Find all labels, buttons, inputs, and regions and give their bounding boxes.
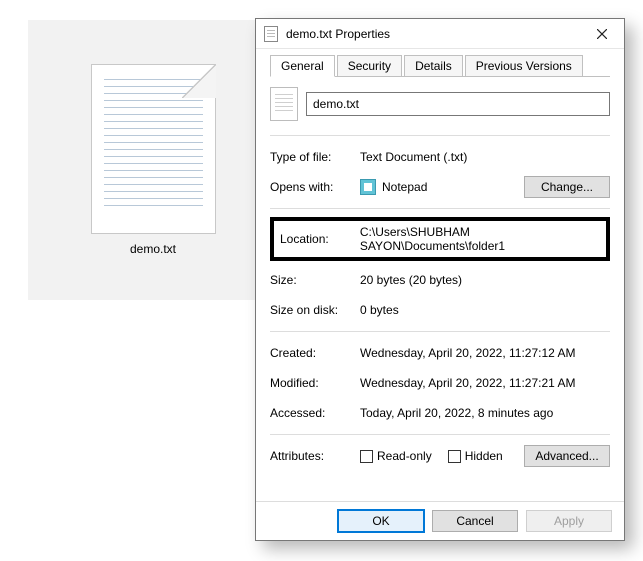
value-modified: Wednesday, April 20, 2022, 11:27:21 AM xyxy=(360,376,610,390)
cancel-button[interactable]: Cancel xyxy=(432,510,518,532)
checkbox-hidden-label: Hidden xyxy=(465,449,503,463)
tab-strip: General Security Details Previous Versio… xyxy=(270,55,610,77)
checkbox-box-icon xyxy=(360,450,373,463)
properties-dialog: demo.txt Properties General Security Det… xyxy=(255,18,625,541)
checkbox-box-icon xyxy=(448,450,461,463)
location-highlight-box: Location: C:\Users\SHUBHAM SAYON\Documen… xyxy=(270,217,610,261)
label-opens-with: Opens with: xyxy=(270,180,360,194)
file-type-icon xyxy=(270,87,298,121)
value-opens-with: Notepad xyxy=(382,180,427,194)
tab-previous-versions[interactable]: Previous Versions xyxy=(465,55,583,76)
label-type-of-file: Type of file: xyxy=(270,150,360,164)
label-location: Location: xyxy=(280,232,360,246)
desktop-area: demo.txt xyxy=(28,20,278,300)
checkbox-readonly-label: Read-only xyxy=(377,449,432,463)
dialog-button-bar: OK Cancel Apply xyxy=(256,501,624,540)
label-attributes: Attributes: xyxy=(270,449,360,463)
value-created: Wednesday, April 20, 2022, 11:27:12 AM xyxy=(360,346,610,360)
filename-input[interactable] xyxy=(306,92,610,116)
separator xyxy=(270,331,610,332)
value-size-on-disk: 0 bytes xyxy=(360,303,610,317)
tab-details[interactable]: Details xyxy=(404,55,463,76)
apply-button[interactable]: Apply xyxy=(526,510,612,532)
titlebar[interactable]: demo.txt Properties xyxy=(256,19,624,49)
tab-security[interactable]: Security xyxy=(337,55,402,76)
ok-button[interactable]: OK xyxy=(338,510,424,532)
close-icon xyxy=(597,29,607,39)
checkbox-readonly[interactable]: Read-only xyxy=(360,449,432,463)
label-created: Created: xyxy=(270,346,360,360)
value-type-of-file: Text Document (.txt) xyxy=(360,150,610,164)
label-size: Size: xyxy=(270,273,360,287)
titlebar-file-icon xyxy=(264,26,278,42)
file-thumbnail[interactable] xyxy=(91,64,216,234)
checkbox-hidden[interactable]: Hidden xyxy=(448,449,503,463)
label-modified: Modified: xyxy=(270,376,360,390)
advanced-button[interactable]: Advanced... xyxy=(524,445,610,467)
window-title: demo.txt Properties xyxy=(286,27,580,41)
page-fold-icon xyxy=(182,64,216,98)
change-button[interactable]: Change... xyxy=(524,176,610,198)
separator xyxy=(270,434,610,435)
value-size: 20 bytes (20 bytes) xyxy=(360,273,610,287)
tab-general[interactable]: General xyxy=(270,55,335,77)
label-accessed: Accessed: xyxy=(270,406,360,420)
separator xyxy=(270,208,610,209)
label-size-on-disk: Size on disk: xyxy=(270,303,360,317)
close-button[interactable] xyxy=(580,19,624,49)
separator xyxy=(270,135,610,136)
value-accessed: Today, April 20, 2022, 8 minutes ago xyxy=(360,406,610,420)
notepad-icon xyxy=(360,179,376,195)
file-caption[interactable]: demo.txt xyxy=(130,242,176,256)
value-location: C:\Users\SHUBHAM SAYON\Documents\folder1 xyxy=(360,225,600,253)
